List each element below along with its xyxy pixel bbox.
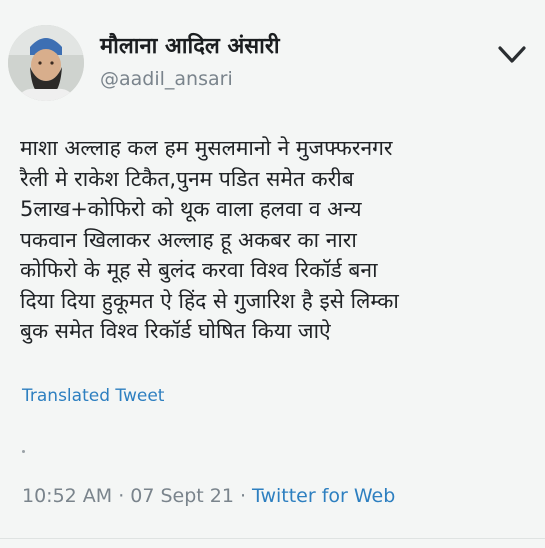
decorative-dot xyxy=(22,450,25,453)
tweet-time[interactable]: 10:52 AM xyxy=(22,485,112,507)
user-handle[interactable]: @aadil_ansari xyxy=(100,68,233,90)
avatar-photo xyxy=(8,25,84,101)
tweet-meta: 10:52 AM · 07 Sept 21 · Twitter for Web xyxy=(22,485,395,507)
divider xyxy=(0,538,545,539)
tweet-card: मौलाना आदिल अंसारी @aadil_ansari माशा अल… xyxy=(0,0,545,548)
tweet-date[interactable]: 07 Sept 21 xyxy=(130,485,234,507)
display-name[interactable]: मौलाना आदिल अंसारी xyxy=(100,30,280,60)
tweet-text: माशा अल्लाह कल हम मुसलमानो ने मुजफ्फरनगर… xyxy=(20,136,399,343)
chevron-down-icon[interactable] xyxy=(490,38,534,72)
meta-separator: · xyxy=(118,485,125,507)
translated-tweet-link[interactable]: Translated Tweet xyxy=(22,386,164,406)
meta-separator: · xyxy=(239,485,246,507)
tweet-source-link[interactable]: Twitter for Web xyxy=(252,485,395,507)
avatar[interactable] xyxy=(8,25,84,101)
